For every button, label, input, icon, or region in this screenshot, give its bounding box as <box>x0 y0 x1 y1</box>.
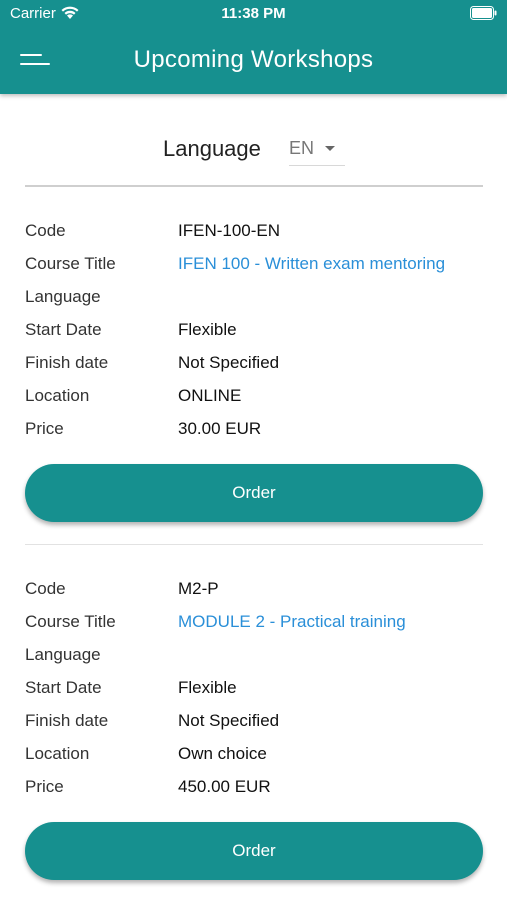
order-button[interactable]: Order <box>25 822 483 880</box>
status-time: 11:38 PM <box>221 5 286 22</box>
language-label: Language <box>163 136 261 161</box>
language-selected-value: EN <box>289 138 315 158</box>
course-row-title: Course Title MODULE 2 - Practical traini… <box>25 609 483 642</box>
field-label: Code <box>25 579 66 598</box>
course-location: Own choice <box>178 744 267 763</box>
language-dropdown[interactable]: EN <box>289 134 345 166</box>
field-label: Start Date <box>25 320 102 339</box>
course-row-location: Location ONLINE <box>25 383 483 416</box>
course-finish-date: Not Specified <box>178 711 280 730</box>
course-location: ONLINE <box>178 386 242 405</box>
course-card: Code IFEN-100-EN Course Title IFEN 100 -… <box>25 218 483 449</box>
course-row-finish-date: Finish date Not Specified <box>25 708 483 741</box>
course-start-date: Flexible <box>178 678 237 697</box>
field-label: Course Title <box>25 612 116 631</box>
field-label: Location <box>25 744 90 763</box>
field-label: Price <box>25 777 64 796</box>
course-finish-date: Not Specified <box>178 353 280 372</box>
course-code: M2-P <box>178 579 219 598</box>
status-bar: Carrier 11:38 PM <box>0 0 507 28</box>
course-row-code: Code IFEN-100-EN <box>25 218 483 251</box>
course-row-language: Language <box>25 284 483 317</box>
course-row-code: Code M2-P <box>25 576 483 609</box>
field-label: Course Title <box>25 254 116 273</box>
course-title-link[interactable]: IFEN 100 - Written exam mentoring <box>178 254 445 274</box>
course-title-link[interactable]: MODULE 2 - Practical training <box>178 612 406 632</box>
course-row-finish-date: Finish date Not Specified <box>25 350 483 383</box>
course-card: Code M2-P Course Title MODULE 2 - Practi… <box>25 576 483 807</box>
divider <box>25 185 483 187</box>
field-label: Language <box>25 287 101 306</box>
dropdown-arrow-icon <box>325 146 335 151</box>
course-row-language: Language <box>25 642 483 675</box>
course-price: 30.00 EUR <box>178 419 262 438</box>
field-label: Finish date <box>25 353 109 372</box>
divider <box>25 544 483 545</box>
app-bar: Carrier 11:38 PM Upcoming Workshops <box>0 0 507 94</box>
course-row-price: Price 30.00 EUR <box>25 416 483 449</box>
course-price: 450.00 EUR <box>178 777 271 796</box>
field-label: Location <box>25 386 90 405</box>
battery-icon <box>470 6 497 20</box>
course-row-title: Course Title IFEN 100 - Written exam men… <box>25 251 483 284</box>
page-title: Upcoming Workshops <box>133 46 374 73</box>
field-label: Finish date <box>25 711 109 730</box>
language-selector-row: Language EN <box>0 130 507 170</box>
course-code: IFEN-100-EN <box>178 221 281 240</box>
course-row-price: Price 450.00 EUR <box>25 774 483 807</box>
course-start-date: Flexible <box>178 320 237 339</box>
course-row-start-date: Start Date Flexible <box>25 317 483 350</box>
field-label: Code <box>25 221 66 240</box>
order-button[interactable]: Order <box>25 464 483 522</box>
field-label: Price <box>25 419 64 438</box>
field-label: Language <box>25 645 101 664</box>
course-row-start-date: Start Date Flexible <box>25 675 483 708</box>
course-row-location: Location Own choice <box>25 741 483 774</box>
field-label: Start Date <box>25 678 102 697</box>
